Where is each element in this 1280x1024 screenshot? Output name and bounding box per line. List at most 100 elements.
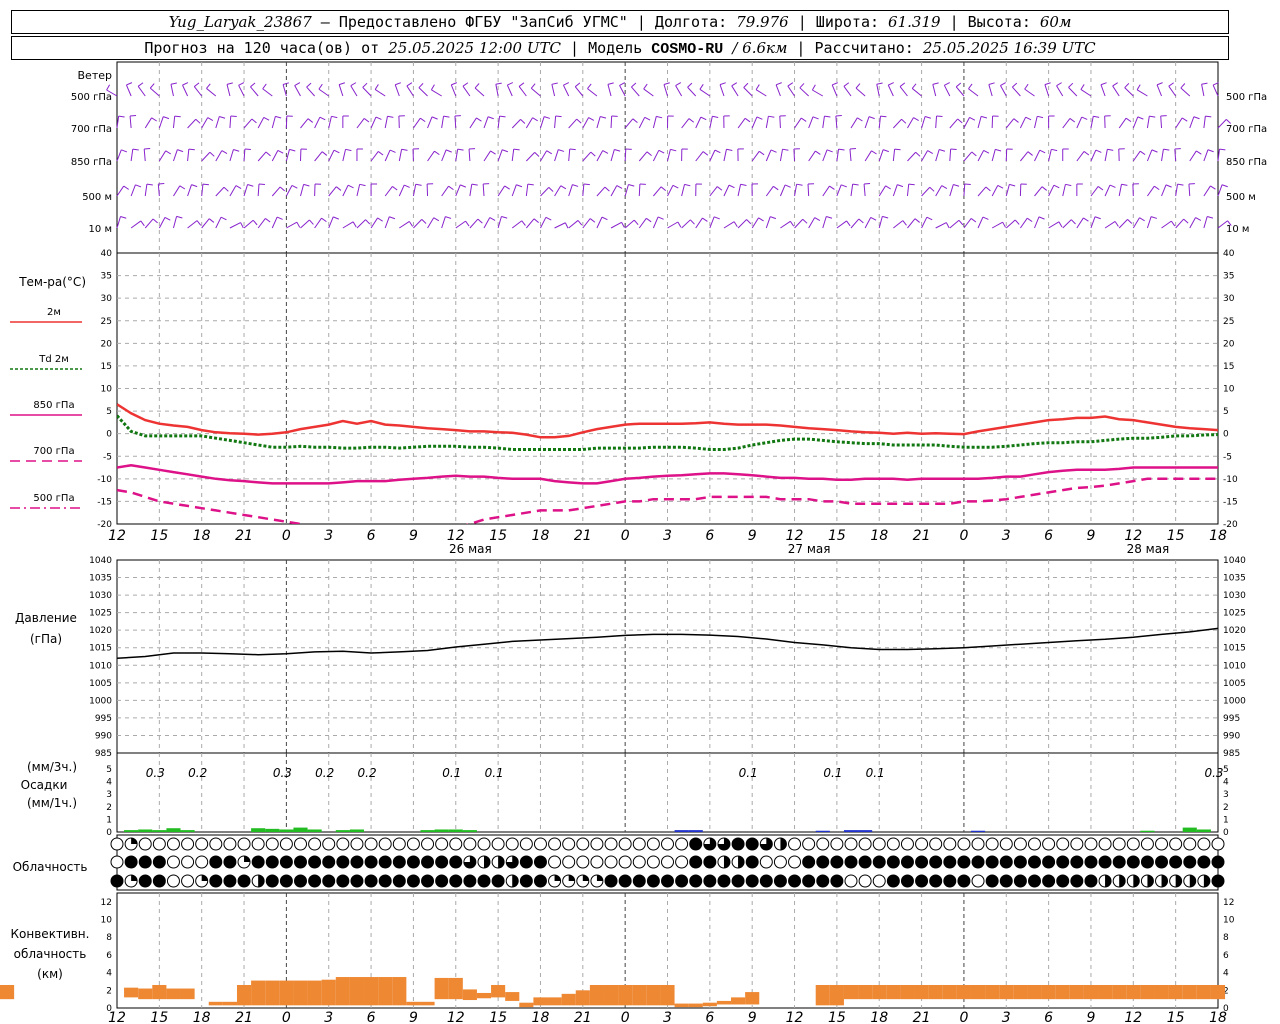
wind-barb: [1156, 84, 1163, 97]
cloud-symbol: [1126, 855, 1140, 869]
wind-barb-flag: [151, 117, 157, 122]
wind-barb: [215, 216, 222, 229]
wind-barb-flag: [882, 149, 889, 153]
conv-cloud-bar: [349, 977, 365, 1006]
wind-barb-flag: [677, 221, 682, 228]
wind-barb: [1068, 87, 1078, 97]
wind-barb-flag: [137, 82, 144, 87]
wind-level-label-right: 500 гПа: [1226, 92, 1267, 103]
precip-bar: [674, 830, 689, 832]
conv-cloud-bar: [745, 992, 760, 1005]
conv-cloud-bar: [688, 1003, 703, 1008]
wind-barb-flag: [983, 149, 990, 154]
wind-barb: [1203, 116, 1206, 129]
wind-barb: [963, 183, 966, 197]
y-tick-label-temp: -20: [97, 520, 112, 530]
cloud-symbol: [110, 855, 124, 869]
precip-bar: [138, 829, 153, 832]
wind-barb: [1189, 217, 1197, 229]
wind-barb: [474, 87, 485, 97]
wind-barb-flag: [602, 150, 609, 154]
wind-barb: [1160, 115, 1163, 129]
wind-barb: [619, 85, 626, 97]
x-tick-label-conv: 21: [235, 1010, 253, 1024]
wind-barb-flag: [829, 185, 835, 190]
cloud-symbol: [152, 874, 166, 888]
cloud-symbol: [124, 855, 138, 869]
cloud-symbol: [138, 837, 152, 851]
cloud-symbol: [181, 855, 195, 869]
x-tick-label-conv: 12: [1124, 1010, 1142, 1024]
wind-barb-flag: [118, 115, 125, 118]
wind-barb-flag: [773, 185, 779, 191]
wind-barb-flag: [882, 215, 889, 219]
cloud-symbol: [279, 855, 293, 869]
wind-barb: [808, 150, 816, 162]
cloud-symbol: [138, 874, 152, 888]
wind-barb-flag: [532, 117, 538, 122]
wind-barb: [328, 149, 335, 162]
y-tick-label-temp: 10: [101, 385, 113, 395]
y-tick-label-temp-right: -20: [1223, 520, 1238, 530]
wind-barb-flag: [276, 216, 283, 220]
y-tick-label-temp-right: 30: [1223, 294, 1235, 304]
wind-barb-flag: [389, 149, 396, 153]
cloud-symbol: [773, 874, 787, 888]
cloud-symbol-fill: [723, 856, 730, 868]
wind-barb-flag: [663, 82, 670, 86]
wind-barb: [807, 183, 810, 197]
cloud-symbol: [533, 837, 547, 851]
date-label: 26 мая: [449, 542, 492, 556]
wind-level-label-right: 10 м: [1226, 224, 1249, 235]
wind-barb: [441, 185, 449, 197]
wind-barb-flag: [656, 115, 663, 119]
y-tick-label-conv: 0: [106, 1004, 112, 1014]
wind-barb-flag: [985, 186, 991, 192]
wind-barb: [370, 217, 379, 229]
wind-barb: [787, 85, 795, 97]
wind-barb: [607, 84, 612, 97]
wind-barb-flag: [206, 83, 211, 89]
wind-barb: [356, 184, 361, 197]
wind-barb: [709, 149, 716, 162]
wind-barb: [182, 84, 189, 97]
y-tick-label-pressure: 1015: [89, 644, 112, 654]
cloud-symbol: [1070, 837, 1084, 851]
x-tick-label-temp: 21: [235, 528, 253, 544]
y-tick-label-temp-right: 35: [1223, 272, 1234, 282]
wind-barb-flag: [174, 115, 181, 118]
wind-barb: [977, 186, 987, 197]
temp-legend-label: 700 гПа: [33, 446, 74, 457]
wind-barb: [525, 184, 529, 197]
wind-barb: [907, 117, 914, 129]
wind-barb: [963, 151, 973, 162]
wind-barb: [1062, 219, 1072, 229]
wind-title: Ветер: [78, 69, 112, 82]
cloud-symbol: [759, 855, 773, 869]
wind-barb: [342, 149, 347, 162]
wind-barb-flag: [658, 149, 665, 154]
y-tick-label-pressure-right: 1010: [1223, 661, 1246, 671]
cloud-symbol-fill: [738, 856, 745, 868]
wind-barb-flag: [864, 183, 871, 185]
wind-barb-flag: [944, 82, 950, 86]
wind-barb-flag: [387, 115, 394, 118]
cloud-symbol: [322, 837, 336, 851]
cloud-symbol: [816, 874, 830, 888]
x-tick-label-conv: 3: [324, 1010, 333, 1024]
conv-cloud-bar: [999, 985, 1014, 1000]
x-tick-label-temp: 12: [108, 528, 126, 544]
cloud-symbol: [1211, 837, 1225, 851]
cloud-symbol: [181, 874, 195, 888]
wind-barb-flag: [487, 116, 494, 120]
wind-barb-flag: [521, 220, 526, 226]
wind-barb: [737, 219, 747, 229]
precip-bar: [335, 830, 350, 832]
wind-barb-flag: [1039, 149, 1046, 154]
wind-barb: [497, 116, 501, 129]
temp-legend-label: 850 гПа: [33, 400, 74, 411]
wind-barb: [1189, 150, 1197, 162]
wind-barb-flag: [870, 216, 877, 221]
cloud-symbol: [463, 837, 477, 851]
wind-barb: [187, 149, 190, 162]
